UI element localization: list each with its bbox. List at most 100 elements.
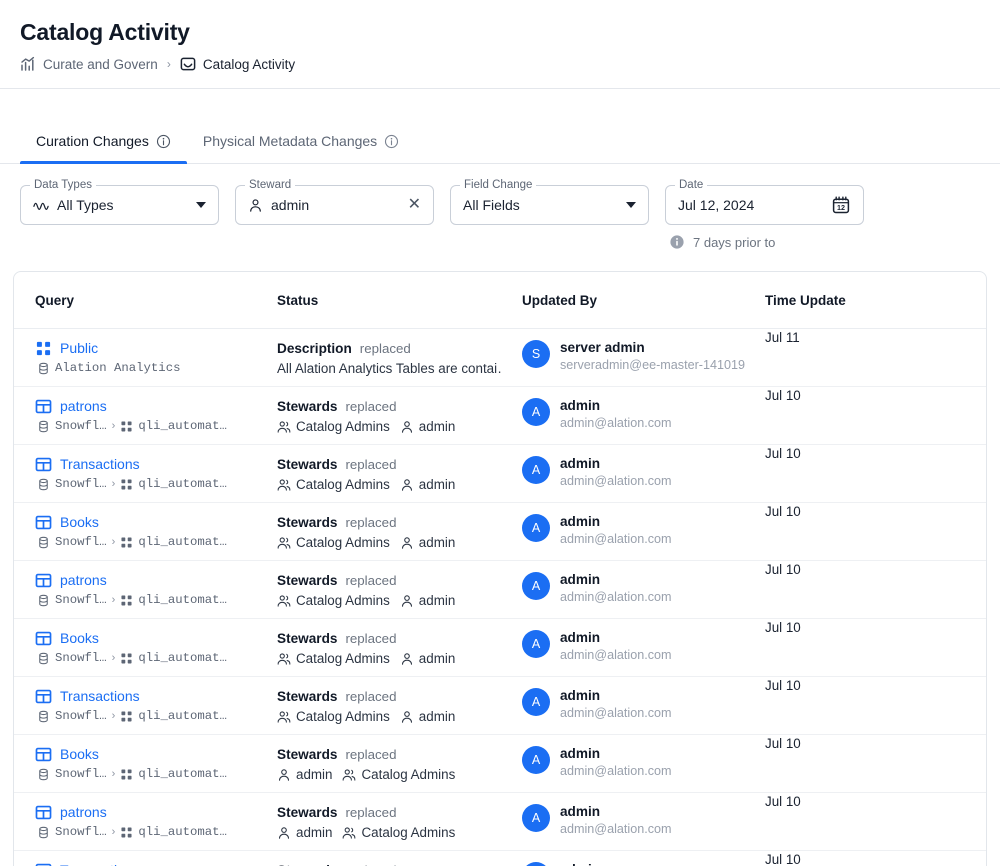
path-segment-label[interactable]: Snowfl… [55,767,107,781]
cell-updated-by: Aadminadmin@alation.com [512,676,755,735]
avatar[interactable]: A [522,398,550,426]
query-link[interactable]: Books [60,629,99,648]
database-icon [37,420,50,433]
field-change-select[interactable]: Field Change All Fields [450,178,649,225]
path-segment-label[interactable]: qli_automat… [138,477,227,491]
query-link[interactable]: patrons [60,803,107,822]
schema-icon [35,340,52,357]
chevron-down-icon[interactable] [196,202,206,208]
user-name[interactable]: admin [560,571,672,589]
table-row[interactable]: Books Snowfl… › qli_automat… Stewards replace… [14,502,986,561]
avatar[interactable]: A [522,746,550,774]
clear-icon[interactable]: ✕ [408,197,421,213]
status-action: replaced [345,805,397,820]
info-circle-icon[interactable] [156,134,171,149]
database-icon [37,362,50,375]
user-name[interactable]: admin [560,513,672,531]
field-change-value: All Fields [463,197,520,213]
user-name[interactable]: server admin [560,339,745,357]
status-value-item: Catalog Admins [342,767,455,782]
status-value-label: Catalog Admins [361,767,456,782]
table-row[interactable]: patrons Snowfl… › qli_automat… Stewards repla… [14,792,986,851]
path-segment-label[interactable]: Snowfl… [55,477,107,491]
steward-input[interactable]: Steward admin ✕ [235,178,434,225]
table-body: Public Alation Analytics Description replac… [14,328,986,866]
query-link[interactable]: Transactions [60,687,140,706]
query-link[interactable]: Public [60,339,98,358]
breadcrumb-item-catalog-activity[interactable]: Catalog Activity [180,56,295,72]
avatar[interactable]: A [522,514,550,542]
avatar[interactable]: A [522,456,550,484]
path-segment-label[interactable]: Snowfl… [55,535,107,549]
avatar[interactable]: A [522,630,550,658]
tab-curation-changes[interactable]: Curation Changes [20,133,187,164]
path-segment-label[interactable]: qli_automat… [138,767,227,781]
status-value-label: admin [418,419,456,434]
query-link[interactable]: Books [60,513,99,532]
data-types-label: Data Types [30,178,96,192]
query-link[interactable]: patrons [60,397,107,416]
table-row[interactable]: Books Snowfl… › qli_automat… Stewards replace… [14,618,986,677]
user-name[interactable]: admin [560,861,672,866]
chevron-down-icon[interactable] [626,202,636,208]
status-value-item: admin [400,477,455,492]
path-segment-label[interactable]: qli_automat… [138,419,227,433]
tab-physical-metadata-changes[interactable]: Physical Metadata Changes [187,133,415,163]
cell-time-update: Jul 11 [755,328,986,387]
cell-time-update: Jul 10 [755,676,986,735]
query-link[interactable]: patrons [60,571,107,590]
query-link[interactable]: Transactions [60,455,140,474]
status-field-name: Description [277,341,352,356]
path-segment-label[interactable]: Snowfl… [55,593,107,607]
query-title: Transactions [35,687,257,706]
table-header: Query Status Updated By Time Update [14,272,986,329]
query-link[interactable]: Books [60,745,99,764]
data-types-value: All Types [57,197,114,213]
tab-label: Physical Metadata Changes [202,133,378,149]
path-segment-label[interactable]: Snowfl… [55,419,107,433]
user-cell: Aadminadmin@alation.com [522,803,745,836]
user-name[interactable]: admin [560,397,672,415]
path-segment-label[interactable]: Snowfl… [55,651,107,665]
breadcrumb-item-curate-and-govern[interactable]: Curate and Govern [20,56,158,72]
user-email: admin@alation.com [560,532,672,546]
user-name[interactable]: admin [560,455,672,473]
table-row[interactable]: patrons Snowfl… › qli_automat… Stewards repla… [14,560,986,619]
table-icon [35,688,52,705]
user-cell: Sserver admin serveradmin@ee-master-14101… [522,339,745,372]
query-link[interactable]: Transactions [60,861,140,866]
avatar[interactable]: A [522,804,550,832]
table-icon [35,456,52,473]
table-row[interactable]: TransactionsSnowfl…›qli_automat…Stewards… [14,850,986,866]
status-header: Stewards replaced [277,803,502,822]
avatar[interactable]: S [522,340,550,368]
path-segment-label[interactable]: Snowfl… [55,709,107,723]
avatar[interactable]: A [522,688,550,716]
path-segment-label[interactable]: qli_automat… [138,593,227,607]
path-segment-label[interactable]: qli_automat… [138,825,227,839]
status-value-item: Catalog Admins [277,593,390,608]
table-row[interactable]: TransactionsSnowfl…›qli_automat…Stewards… [14,676,986,735]
date-input[interactable]: Date Jul 12, 2024 12 [665,178,864,225]
user-name[interactable]: admin [560,629,672,647]
path-segment-label[interactable]: qli_automat… [138,535,227,549]
tab-bar: Curation Changes Physical Metadata Chang… [0,89,1000,164]
user-name[interactable]: admin [560,687,672,705]
info-circle-icon[interactable] [384,134,399,149]
avatar[interactable]: A [522,572,550,600]
user-meta: adminadmin@alation.com [560,687,672,720]
avatar[interactable]: A [522,862,550,866]
path-segment-label[interactable]: Snowfl… [55,825,107,839]
path-segment-label[interactable]: Alation Analytics [55,361,180,375]
path-segment-label[interactable]: qli_automat… [138,651,227,665]
user-name[interactable]: admin [560,745,672,763]
status-header: Stewards replaced [277,513,502,532]
table-row[interactable]: patrons Snowfl… › qli_automat… Stewards repla… [14,386,986,445]
table-row[interactable]: Public Alation Analytics Description replac… [14,328,986,387]
user-name[interactable]: admin [560,803,672,821]
table-row[interactable]: TransactionsSnowfl…›qli_automat…Stewards… [14,444,986,503]
data-types-select[interactable]: Data Types All Types [20,178,219,225]
calendar-icon[interactable]: 12 [831,195,851,215]
table-row[interactable]: Books Snowfl… › qli_automat… Stewards replace… [14,734,986,793]
path-segment-label[interactable]: qli_automat… [138,709,227,723]
